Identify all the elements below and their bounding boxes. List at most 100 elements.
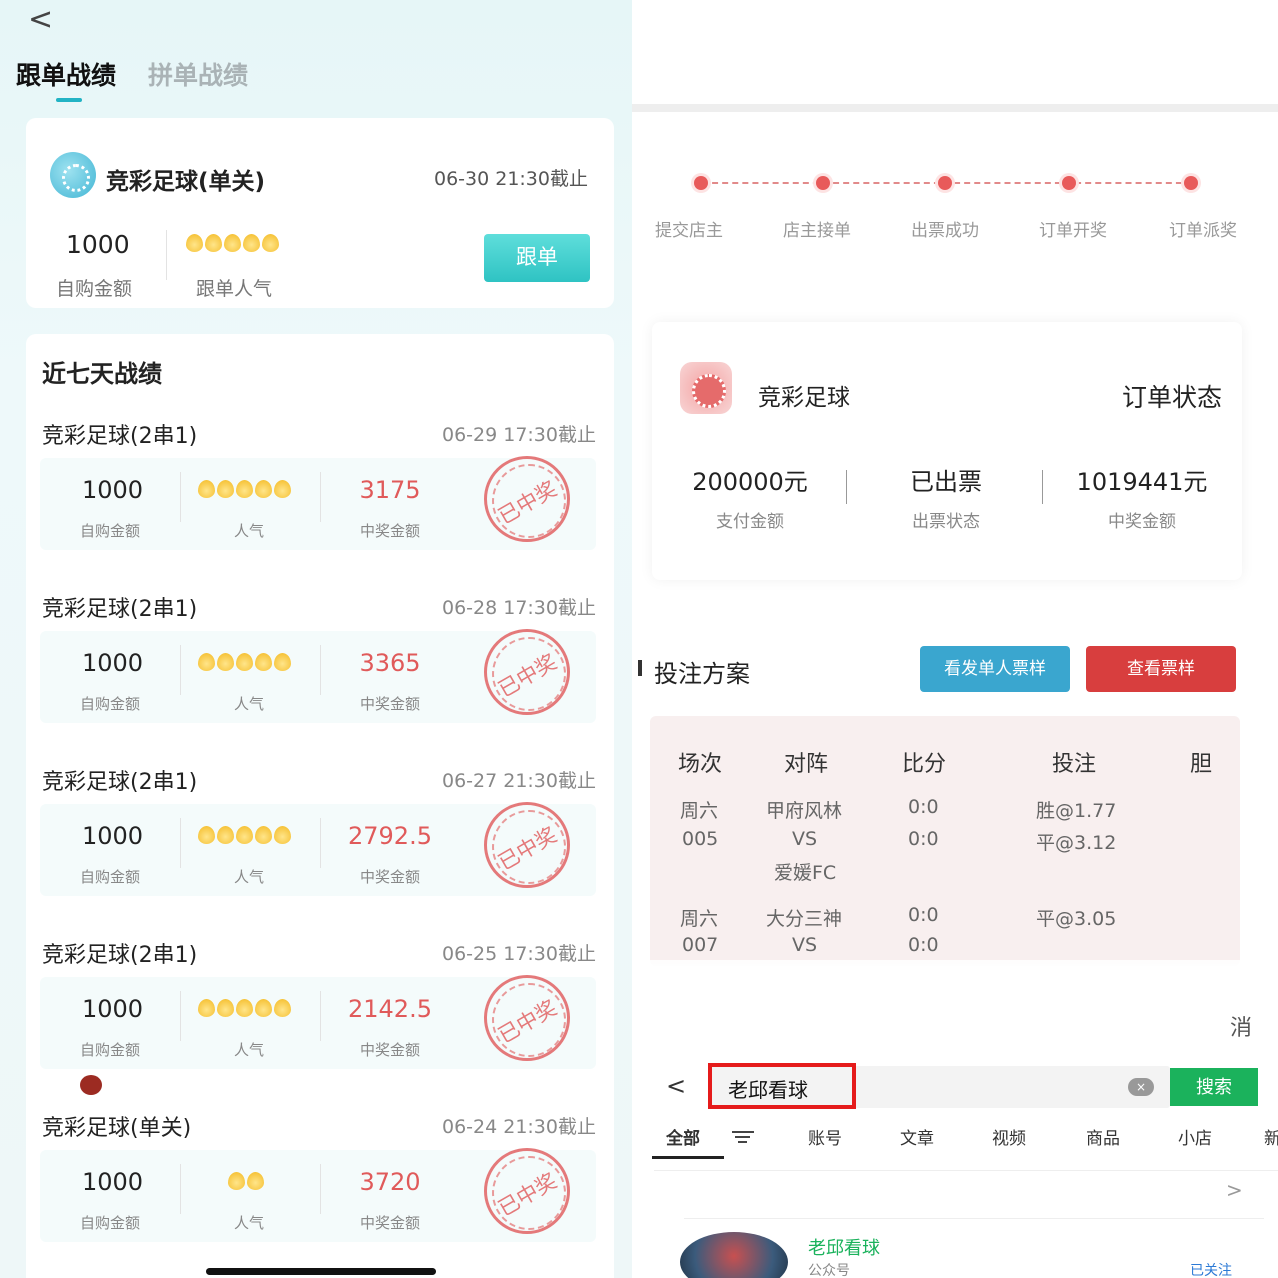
score: 0:0 — [908, 828, 939, 850]
flame-icon — [243, 234, 260, 252]
record-stats: 1000 自购金额 人气 3365 中奖金额 已中奖 — [40, 629, 596, 723]
self-buy-amount: 1000 — [82, 649, 144, 677]
order-progress: 提交店主 店主接单 出票成功 订单开奖 订单派奖 — [632, 120, 1278, 290]
won-stamp: 已中奖 — [484, 629, 570, 715]
flame-icon — [198, 653, 215, 671]
record-title: 竞彩足球(2串1) — [42, 597, 198, 622]
follow-record-screen: < 跟单战绩 拼单战绩 竞彩足球(单关) 06-30 21:30截止 1000 … — [0, 0, 632, 1278]
popularity-label: 人气 — [234, 695, 265, 713]
divider — [684, 1218, 1264, 1219]
plan-title: 投注方案 — [654, 660, 750, 688]
flame-icon — [198, 826, 215, 844]
follow-button[interactable]: 跟单 — [484, 234, 590, 282]
flame-icon — [217, 480, 234, 498]
flame-icon — [255, 999, 272, 1017]
account-name[interactable]: 老邱看球 — [808, 1234, 880, 1260]
back-icon[interactable]: < — [28, 2, 53, 37]
win-amount: 3365 — [359, 649, 421, 677]
bet-option: 平@3.12 — [1036, 832, 1117, 854]
tab-group-record[interactable]: 拼单战绩 — [148, 56, 248, 92]
view-sender-ticket-button[interactable]: 看发单人票样 — [920, 646, 1070, 692]
divider — [166, 230, 167, 280]
record-row[interactable]: 竞彩足球(2串1) 06-28 17:30截止 1000 自购金额 人气 336… — [26, 591, 614, 764]
win-amount-label: 中奖金额 — [359, 868, 420, 886]
record-row[interactable]: 竞彩足球(单关) 06-24 21:30截止 1000 自购金额 人气 3720… — [26, 1110, 614, 1278]
view-ticket-button[interactable]: 查看票样 — [1086, 646, 1236, 692]
tab-all[interactable]: 全部 — [666, 1124, 700, 1149]
popularity-rating — [228, 1172, 264, 1190]
divider — [320, 645, 321, 695]
flame-icon — [236, 653, 253, 671]
vs-label: VS — [792, 828, 818, 850]
record-title: 竞彩足球(2串1) — [42, 770, 198, 795]
recent-heading: 近七天战绩 — [42, 360, 162, 388]
self-buy-amount-label: 自购金额 — [56, 278, 133, 300]
step-dot — [694, 176, 708, 190]
record-row[interactable]: 竞彩足球(2串1) 06-29 17:30截止 1000 自购金额 人气 317… — [26, 418, 614, 591]
tab-accounts[interactable]: 账号 — [808, 1124, 842, 1149]
record-stats: 1000 自购金额 人气 3720 中奖金额 已中奖 — [40, 1148, 596, 1242]
record-stats: 1000 自购金额 人气 2792.5 中奖金额 已中奖 — [40, 802, 596, 896]
cancel-button[interactable]: 消 — [1230, 1010, 1252, 1042]
bet-table: 场次 对阵 比分 投注 胆 周六 005 甲府风林 VS 爱媛FC 0:0 0:… — [650, 716, 1240, 966]
flame-icon — [224, 234, 241, 252]
flame-icon — [255, 826, 272, 844]
tab-shops[interactable]: 小店 — [1178, 1124, 1212, 1149]
order-status-title: 订单状态 — [1121, 383, 1222, 412]
ticket-status: 已出票 出票状态 — [910, 468, 982, 532]
flame-icon — [274, 826, 291, 844]
self-buy-amount-label: 自购金额 — [80, 1041, 141, 1059]
tab-more[interactable]: 新 — [1264, 1124, 1278, 1149]
flame-icon — [255, 653, 272, 671]
section-marker — [638, 660, 642, 676]
popularity-rating — [186, 234, 279, 252]
step-dot — [938, 176, 952, 190]
column-header: 比分 — [902, 752, 947, 777]
record-row[interactable]: 竞彩足球(2串1) 06-25 17:30截止 1000 自购金额 人气 214… — [26, 937, 614, 1110]
score: 0:0 — [908, 796, 939, 818]
chevron-right-icon[interactable]: > — [1226, 1178, 1243, 1202]
followed-status[interactable]: 已关注 — [1190, 1260, 1232, 1278]
record-title: 竞彩足球(2串1) — [42, 424, 198, 449]
filter-icon[interactable] — [732, 1128, 754, 1146]
prize-amount: 1019441元 中奖金额 — [1076, 468, 1208, 532]
home-indicator — [206, 1268, 436, 1275]
win-amount: 3720 — [359, 1168, 421, 1196]
record-deadline: 06-25 17:30截止 — [441, 943, 596, 965]
flame-icon — [236, 999, 253, 1017]
flame-icon — [217, 999, 234, 1017]
match-number: 007 — [682, 934, 719, 956]
tab-articles[interactable]: 文章 — [900, 1124, 934, 1149]
home-team: 大分三神 — [766, 908, 843, 930]
pay-amount: 200000元 支付金额 — [692, 468, 808, 532]
recent-record-card: 近七天战绩 竞彩足球(2串1) 06-29 17:30截止 1000 自购金额 … — [26, 334, 614, 1278]
divider — [320, 991, 321, 1041]
search-button[interactable]: 搜索 — [1170, 1068, 1258, 1106]
record-deadline: 06-29 17:30截止 — [441, 424, 596, 446]
account-avatar — [680, 1232, 788, 1278]
column-header: 对阵 — [784, 752, 829, 777]
tab-products[interactable]: 商品 — [1086, 1124, 1120, 1149]
popularity-label: 人气 — [234, 522, 265, 540]
tab-videos[interactable]: 视频 — [992, 1124, 1026, 1149]
match-number: 005 — [682, 828, 719, 850]
step-dot — [1062, 176, 1076, 190]
clear-icon[interactable]: × — [1128, 1078, 1154, 1096]
won-stamp: 已中奖 — [484, 975, 570, 1061]
record-row[interactable]: 竞彩足球(2串1) 06-27 21:30截止 1000 自购金额 人气 279… — [26, 764, 614, 937]
back-icon[interactable]: < — [666, 1072, 686, 1100]
score: 0:0 — [908, 904, 939, 926]
self-buy-amount-label: 自购金额 — [80, 522, 141, 540]
win-amount: 2792.5 — [348, 822, 432, 850]
flame-icon — [217, 653, 234, 671]
home-team: 甲府风林 — [766, 800, 843, 822]
search-query: 老邱看球 — [728, 1078, 808, 1102]
tab-follow-record[interactable]: 跟单战绩 — [16, 56, 116, 92]
divider — [180, 991, 181, 1041]
flame-icon — [247, 1172, 264, 1190]
search-result-card[interactable]: > 老邱看球 公众号 已关注 — [654, 1170, 1278, 1278]
popularity-rating — [198, 826, 291, 844]
flame-icon — [255, 480, 272, 498]
flame-icon — [217, 826, 234, 844]
step-label: 订单派奖 — [1169, 221, 1237, 241]
